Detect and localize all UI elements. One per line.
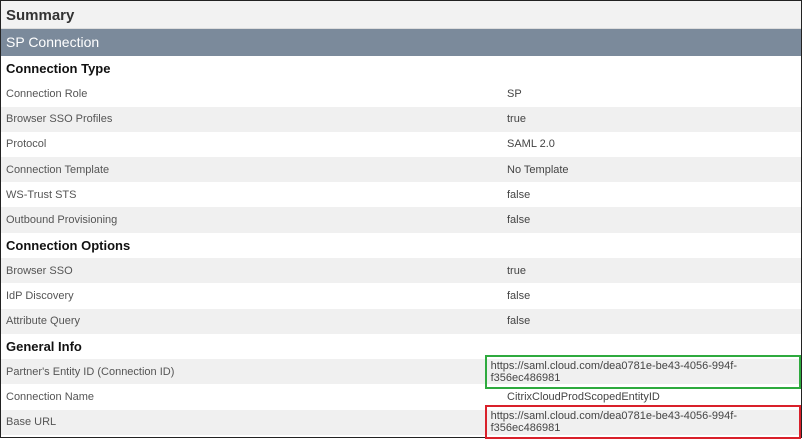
summary-row: Browser SSO Profiles true bbox=[1, 106, 801, 132]
summary-row: Protocol SAML 2.0 bbox=[1, 132, 801, 157]
row-label: Connection Name bbox=[6, 390, 95, 403]
row-value: false bbox=[507, 188, 531, 201]
row-label: Protocol bbox=[6, 138, 47, 151]
row-value: https://saml.cloud.com/dea0781e-be43-405… bbox=[484, 354, 801, 389]
row-value: SAML 2.0 bbox=[507, 138, 555, 151]
row-label: Attribute Query bbox=[6, 315, 80, 328]
row-value: true bbox=[507, 113, 526, 126]
row-label: WS-Trust STS bbox=[6, 188, 77, 201]
summary-row: Attribute Query false bbox=[1, 308, 801, 334]
row-label: Partner's Entity ID (Connection ID) bbox=[6, 365, 175, 378]
summary-row: Base URL https://saml.cloud.com/dea0781e-… bbox=[1, 405, 801, 439]
row-value: false bbox=[507, 214, 531, 227]
summary-row: Browser SSO true bbox=[1, 258, 801, 284]
summary-row: WS-Trust STS false bbox=[1, 182, 801, 207]
row-value: CitrixCloudProdScopedEntityID bbox=[507, 390, 660, 403]
row-label: Base URL bbox=[6, 416, 57, 429]
row-label: Connection Role bbox=[6, 88, 88, 101]
sp-connection-bar: SP Connection bbox=[1, 29, 801, 56]
row-value: false bbox=[507, 315, 531, 328]
row-value: SP bbox=[507, 88, 522, 101]
summary-row: Connection Template No Template bbox=[1, 157, 801, 183]
summary-row: Connection Role SP bbox=[1, 82, 801, 107]
row-value: false bbox=[507, 289, 531, 302]
summary-row: Partner's Entity ID (Connection ID) https… bbox=[1, 354, 801, 389]
summary-row: Outbound Provisioning false bbox=[1, 207, 801, 233]
section-heading: Connection Options bbox=[6, 237, 131, 253]
row-label: Browser SSO Profiles bbox=[6, 113, 113, 126]
summary-panel: Summary SP Connection Connection Type Con… bbox=[0, 0, 802, 439]
summary-title: Summary bbox=[1, 1, 801, 29]
row-label: Browser SSO bbox=[6, 264, 73, 277]
row-value: true bbox=[507, 264, 526, 277]
row-label: Outbound Provisioning bbox=[6, 214, 118, 227]
row-label: Connection Template bbox=[6, 163, 110, 176]
row-label: IdP Discovery bbox=[6, 289, 74, 302]
row-value: No Template bbox=[507, 163, 569, 176]
row-value: https://saml.cloud.com/dea0781e-be43-405… bbox=[484, 405, 801, 439]
section-heading: Connection Type bbox=[6, 61, 111, 77]
summary-row: IdP Discovery false bbox=[1, 283, 801, 308]
